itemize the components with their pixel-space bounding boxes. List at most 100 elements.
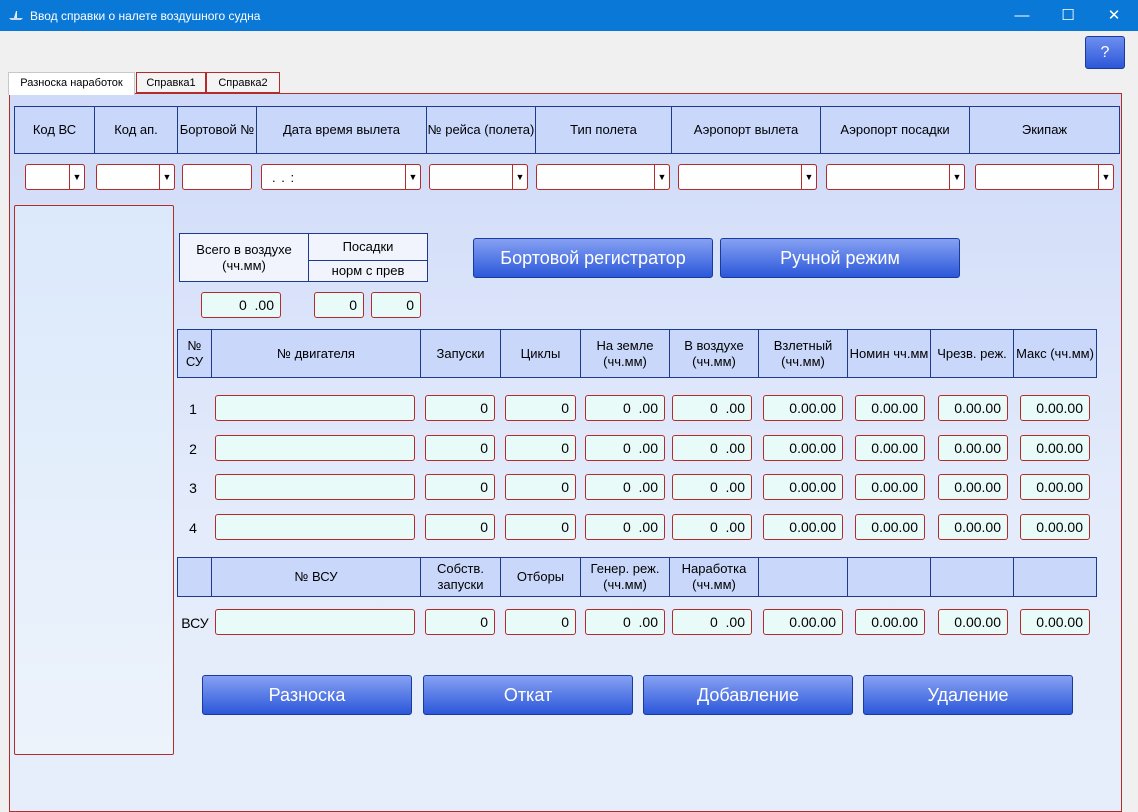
nominal-field[interactable]: 0.00.00	[855, 435, 925, 461]
chevron-down-icon[interactable]: ▼	[69, 164, 85, 190]
engine-num-field[interactable]	[215, 514, 415, 540]
help-button[interactable]: ?	[1085, 36, 1125, 69]
delete-button[interactable]: Удаление	[863, 675, 1073, 715]
add-button[interactable]: Добавление	[643, 675, 853, 715]
ground-field[interactable]: 0 .00	[585, 474, 665, 500]
air-field[interactable]: 0 .00	[672, 514, 752, 540]
air-field[interactable]: 0 .00	[672, 474, 752, 500]
th-apu-blank	[177, 557, 212, 597]
th-air: В воздухе (чч.мм)	[669, 329, 759, 378]
apu-num-field[interactable]	[215, 609, 415, 635]
rollback-button[interactable]: Откат	[423, 675, 633, 715]
apu-extra-field-1[interactable]: 0.00.00	[763, 609, 843, 635]
nominal-field[interactable]: 0.00.00	[855, 395, 925, 421]
ground-field[interactable]: 0 .00	[585, 395, 665, 421]
takeoff-field[interactable]: 0.00.00	[763, 435, 843, 461]
crew-combo[interactable]: ▼	[975, 164, 1114, 190]
header-arr-airport: Аэропорт посадки	[820, 106, 970, 154]
max-field[interactable]: 0.00.00	[1020, 474, 1090, 500]
flight-type-combo[interactable]: ▼	[536, 164, 670, 190]
emergency-field[interactable]: 0.00.00	[938, 474, 1008, 500]
emergency-field[interactable]: 0.00.00	[938, 395, 1008, 421]
apu-extra-field-2[interactable]: 0.00.00	[855, 609, 925, 635]
th-emergency: Чрезв. реж.	[930, 329, 1014, 378]
air-field[interactable]: 0 .00	[672, 395, 752, 421]
kod-vs-combo[interactable]: ▼	[25, 164, 85, 190]
th-own-starts: Собств. запуски	[420, 557, 501, 597]
gen-mode-field[interactable]: 0 .00	[585, 609, 665, 635]
chevron-down-icon[interactable]: ▼	[159, 164, 175, 190]
apu-extra-field-4[interactable]: 0.00.00	[1020, 609, 1090, 635]
nominal-field[interactable]: 0.00.00	[855, 514, 925, 540]
raznoska-button[interactable]: Разноска	[202, 675, 412, 715]
takeoff-field[interactable]: 0.00.00	[763, 514, 843, 540]
operating-field[interactable]: 0 .00	[672, 609, 752, 635]
datetime-combo[interactable]: . . : ▼	[261, 164, 421, 190]
takeoff-field[interactable]: 0.00.00	[763, 474, 843, 500]
starts-field[interactable]: 0	[425, 514, 495, 540]
ground-field[interactable]: 0 .00	[585, 435, 665, 461]
header-dep-airport: Аэропорт вылета	[671, 106, 821, 154]
minimize-button[interactable]: —	[999, 0, 1045, 31]
header-bort-num: Бортовой №	[177, 106, 257, 154]
dep-airport-combo[interactable]: ▼	[678, 164, 817, 190]
row-num: 3	[189, 480, 197, 496]
starts-field[interactable]: 0	[425, 435, 495, 461]
th-apu-extra-4	[1013, 557, 1097, 597]
chevron-down-icon[interactable]: ▼	[1098, 164, 1114, 190]
apu-extra-field-3[interactable]: 0.00.00	[938, 609, 1008, 635]
tab-raznoska[interactable]: Разноска наработок	[8, 72, 135, 95]
air-field[interactable]: 0 .00	[672, 435, 752, 461]
takeoff-field[interactable]: 0.00.00	[763, 395, 843, 421]
recorder-mode-button[interactable]: Бортовой регистратор	[473, 238, 713, 278]
engine-num-field[interactable]	[215, 395, 415, 421]
tab-spravka2[interactable]: Справка2	[206, 72, 280, 93]
flight-list[interactable]	[14, 205, 174, 755]
close-button[interactable]: ✕	[1091, 0, 1137, 31]
max-field[interactable]: 0.00.00	[1020, 395, 1090, 421]
engine-num-field[interactable]	[215, 474, 415, 500]
kod-ap-combo[interactable]: ▼	[96, 164, 175, 190]
starts-field[interactable]: 0	[425, 474, 495, 500]
chevron-down-icon[interactable]: ▼	[949, 164, 965, 190]
landings-norm-field[interactable]: 0	[314, 292, 364, 318]
row-num: 1	[189, 401, 197, 417]
chevron-down-icon[interactable]: ▼	[801, 164, 817, 190]
row-num: 4	[189, 520, 197, 536]
nominal-field[interactable]: 0.00.00	[855, 474, 925, 500]
total-air-field[interactable]: 0 .00	[201, 292, 281, 318]
engine-num-field[interactable]	[215, 435, 415, 461]
cycles-field[interactable]: 0	[505, 395, 576, 421]
ground-field[interactable]: 0 .00	[585, 514, 665, 540]
datetime-value: . . :	[272, 170, 296, 185]
chevron-down-icon[interactable]: ▼	[654, 164, 670, 190]
emergency-field[interactable]: 0.00.00	[938, 435, 1008, 461]
cycles-field[interactable]: 0	[505, 474, 576, 500]
maximize-button[interactable]: ☐	[1045, 0, 1091, 31]
th-operating: Наработка (чч.мм)	[669, 557, 759, 597]
bleeds-field[interactable]: 0	[505, 609, 576, 635]
flight-num-combo[interactable]: ▼	[429, 164, 528, 190]
bort-num-input[interactable]	[182, 164, 252, 190]
starts-field[interactable]: 0	[425, 395, 495, 421]
arr-airport-combo[interactable]: ▼	[826, 164, 965, 190]
landings-prev-field[interactable]: 0	[371, 292, 421, 318]
th-starts: Запуски	[420, 329, 501, 378]
max-field[interactable]: 0.00.00	[1020, 514, 1090, 540]
total-air-label: Всего в воздухе (чч.мм)	[179, 233, 309, 282]
th-ground: На земле (чч.мм)	[580, 329, 670, 378]
max-field[interactable]: 0.00.00	[1020, 435, 1090, 461]
tab-spravka1[interactable]: Справка1	[136, 72, 206, 93]
chevron-down-icon[interactable]: ▼	[512, 164, 528, 190]
th-takeoff: Взлетный (чч.мм)	[758, 329, 848, 378]
th-max: Макс (чч.мм)	[1013, 329, 1097, 378]
manual-mode-button[interactable]: Ручной режим	[720, 238, 960, 278]
cycles-field[interactable]: 0	[505, 514, 576, 540]
airplane-icon	[9, 11, 23, 20]
th-apu-num: № ВСУ	[211, 557, 421, 597]
emergency-field[interactable]: 0.00.00	[938, 514, 1008, 540]
own-starts-field[interactable]: 0	[425, 609, 495, 635]
chevron-down-icon[interactable]: ▼	[405, 164, 421, 190]
title-bar: Ввод справки о налете воздушного судна —…	[0, 0, 1138, 31]
cycles-field[interactable]: 0	[505, 435, 576, 461]
